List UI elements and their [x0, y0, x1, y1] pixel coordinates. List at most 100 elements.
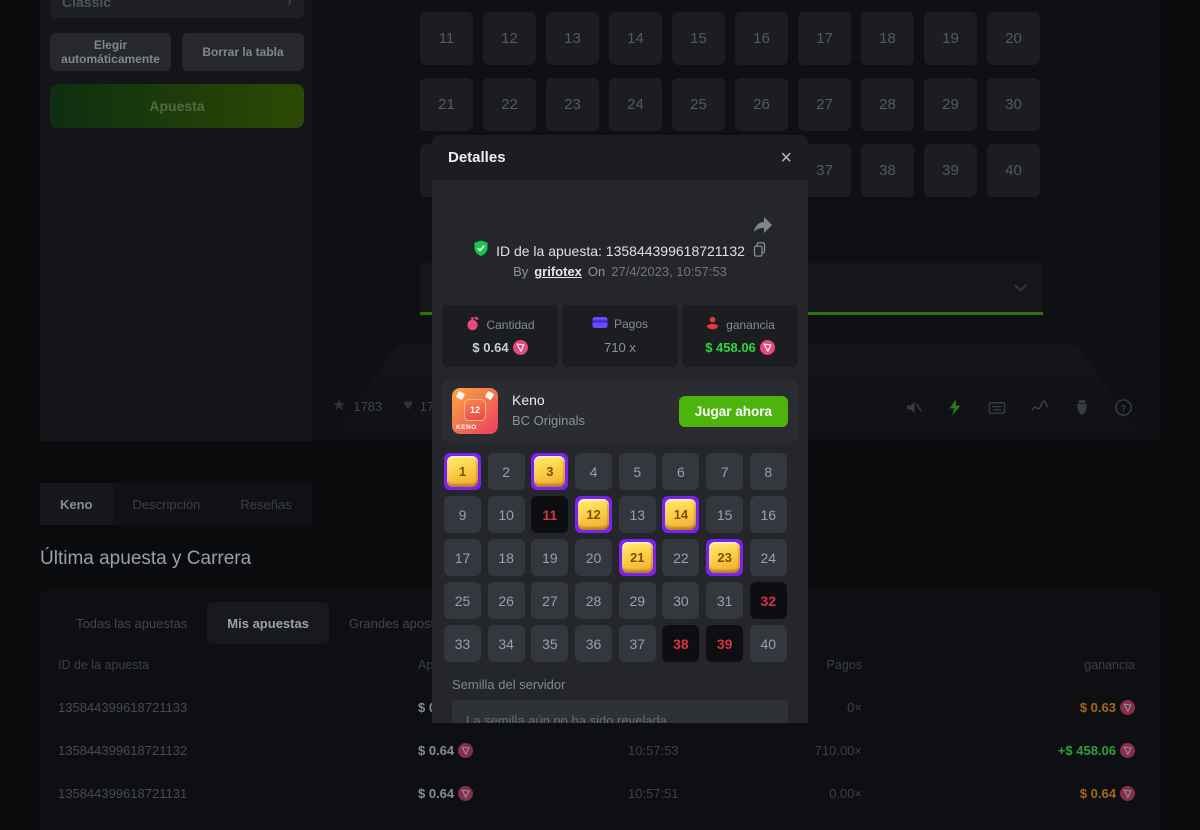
- share-icon[interactable]: [750, 213, 774, 240]
- bet-row[interactable]: 135844399618721131$ 0.6410:57:510.00×$ 0…: [40, 786, 1160, 806]
- result-number-34: 34: [488, 625, 525, 662]
- live-stats-icon[interactable]: [1030, 398, 1050, 417]
- board-number-26[interactable]: 26: [735, 78, 788, 131]
- result-number-36: 36: [575, 625, 612, 662]
- help-icon[interactable]: ?: [1114, 398, 1133, 417]
- result-number-17: 17: [444, 539, 481, 576]
- trx-coin-icon: [760, 340, 775, 355]
- bet-amount-cell: $ 0.64: [418, 786, 473, 801]
- keno-tile-label: KENO: [456, 424, 477, 431]
- wallet-icon: [592, 316, 608, 332]
- board-number-14[interactable]: 14: [609, 12, 662, 65]
- star-count: 1783: [353, 399, 382, 414]
- modal-header: Detalles ×: [432, 135, 808, 180]
- result-number-15: 15: [706, 496, 743, 533]
- game-mode-label: Classic: [62, 0, 111, 10]
- keyboard-icon[interactable]: [987, 398, 1007, 417]
- bet-profit-cell: $ 0.64: [1080, 786, 1135, 801]
- bets-tab-0[interactable]: Todas las apuestas: [56, 602, 207, 644]
- board-number-30[interactable]: 30: [987, 78, 1040, 131]
- board-number-19[interactable]: 19: [924, 12, 977, 65]
- hand-coin-icon: [705, 316, 720, 333]
- result-number-30: 30: [662, 582, 699, 619]
- auto-pick-button[interactable]: Elegir automáticamente: [50, 33, 171, 71]
- board-number-39[interactable]: 39: [924, 144, 977, 197]
- game-mode-selector[interactable]: Classic ›: [50, 0, 304, 18]
- board-number-20[interactable]: 20: [987, 12, 1040, 65]
- result-number-40: 40: [750, 625, 787, 662]
- result-number-11: 11: [531, 496, 568, 533]
- bet-datetime: 27/4/2023, 10:57:53: [611, 264, 727, 279]
- board-number-12[interactable]: 12: [483, 12, 536, 65]
- result-number-4: 4: [575, 453, 612, 490]
- result-number-23: 23: [706, 539, 743, 576]
- board-number-29[interactable]: 29: [924, 78, 977, 131]
- copy-icon[interactable]: [752, 241, 767, 262]
- tab-rese-as[interactable]: Reseñas: [220, 483, 311, 525]
- trx-coin-icon: [513, 340, 528, 355]
- svg-text:?: ?: [1121, 403, 1127, 414]
- board-number-28[interactable]: 28: [861, 78, 914, 131]
- result-number-8: 8: [750, 453, 787, 490]
- play-now-button[interactable]: Jugar ahora: [679, 396, 788, 427]
- result-board: 1234567891011121314151617181920212223242…: [444, 453, 787, 662]
- stat-payout-value: 710 x: [604, 340, 636, 355]
- tab-keno[interactable]: Keno: [40, 483, 113, 525]
- result-number-13: 13: [619, 496, 656, 533]
- jackpot-icon[interactable]: [1073, 398, 1091, 417]
- result-number-16: 16: [750, 496, 787, 533]
- stat-amount-value: $ 0.64: [472, 340, 508, 355]
- board-number-16[interactable]: 16: [735, 12, 788, 65]
- result-number-18: 18: [488, 539, 525, 576]
- result-number-5: 5: [619, 453, 656, 490]
- result-number-24: 24: [750, 539, 787, 576]
- board-number-25[interactable]: 25: [672, 78, 725, 131]
- board-number-15[interactable]: 15: [672, 12, 725, 65]
- result-number-3: 3: [531, 453, 568, 490]
- close-icon[interactable]: ×: [780, 148, 792, 168]
- board-number-27[interactable]: 27: [798, 78, 851, 131]
- board-number-17[interactable]: 17: [798, 12, 851, 65]
- board-number-21[interactable]: 21: [420, 78, 473, 131]
- board-number-38[interactable]: 38: [861, 144, 914, 197]
- board-number-18[interactable]: 18: [861, 12, 914, 65]
- board-number-23[interactable]: 23: [546, 78, 599, 131]
- bet-profit-cell: +$ 458.06: [1058, 743, 1135, 758]
- result-number-14: 14: [662, 496, 699, 533]
- result-number-31: 31: [706, 582, 743, 619]
- bets-tab-1[interactable]: Mis apuestas: [207, 602, 329, 644]
- bet-controls-sidebar: Classic › Elegir automáticamente Borrar …: [40, 0, 312, 441]
- keno-game-thumbnail[interactable]: 12 KENO: [452, 388, 498, 434]
- result-number-38: 38: [662, 625, 699, 662]
- username-link[interactable]: grifotex: [534, 264, 582, 279]
- board-number-13[interactable]: 13: [546, 12, 599, 65]
- result-number-21: 21: [619, 539, 656, 576]
- verified-icon: [473, 240, 489, 262]
- server-seed-field[interactable]: La semilla aún no ha sido revelada: [452, 700, 788, 723]
- star-icon[interactable]: ★: [332, 398, 346, 414]
- result-number-9: 9: [444, 496, 481, 533]
- result-number-39: 39: [706, 625, 743, 662]
- turbo-lightning-icon[interactable]: [946, 398, 964, 417]
- bet-id-cell: 135844399618721131: [58, 786, 187, 801]
- board-number-24[interactable]: 24: [609, 78, 662, 131]
- board-number-11[interactable]: 11: [420, 12, 473, 65]
- bets-filter-tabs: Todas las apuestasMis apuestasGrandes ap…: [56, 602, 494, 644]
- board-number-22[interactable]: 22: [483, 78, 536, 131]
- chevron-down-icon: [1014, 279, 1027, 292]
- heart-icon[interactable]: ♥: [403, 398, 413, 414]
- result-number-10: 10: [488, 496, 525, 533]
- result-number-2: 2: [488, 453, 525, 490]
- section-title: Última apuesta y Carrera: [40, 548, 251, 570]
- bet-button[interactable]: Apuesta: [50, 84, 304, 128]
- clear-table-button[interactable]: Borrar la tabla: [182, 33, 304, 71]
- bet-row[interactable]: 135844399618721132$ 0.6410:57:53710.00×+…: [40, 743, 1160, 763]
- game-card: 12 KENO Keno BC Originals Jugar ahora: [442, 380, 798, 443]
- result-number-12: 12: [575, 496, 612, 533]
- keno-tile-number: 12: [464, 399, 486, 421]
- board-number-40[interactable]: 40: [987, 144, 1040, 197]
- result-number-1: 1: [444, 453, 481, 490]
- tab-descripci-n[interactable]: Descripción: [113, 483, 221, 525]
- sound-off-icon[interactable]: [904, 398, 923, 417]
- moneybag-icon: [465, 316, 480, 334]
